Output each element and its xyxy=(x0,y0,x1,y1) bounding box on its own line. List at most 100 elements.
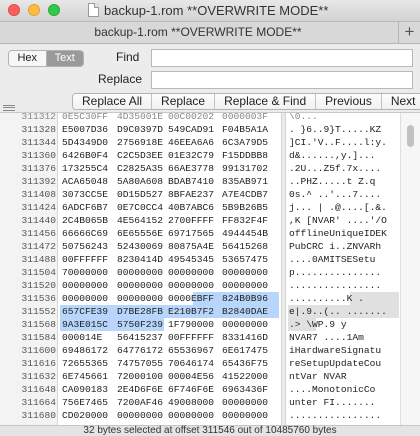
hex-group[interactable]: 8BFAE237 xyxy=(168,188,214,201)
hex-row[interactable]: 311408 3073CC5E 0D15D527 8BFAE237 A7E4CDB7 0s… xyxy=(0,188,420,201)
tab-document[interactable]: backup-1.rom **OVERWRITE MODE** xyxy=(0,25,396,39)
text-column[interactable]: unter FI....... xyxy=(289,396,399,409)
hex-row[interactable]: 311632 6E745661 72000100 00004E56 41522000 nt… xyxy=(0,370,420,383)
hex-group[interactable]: 70000000 xyxy=(62,266,108,279)
hex-group[interactable]: 74757055 xyxy=(117,357,163,370)
hex-group[interactable]: 00000000 xyxy=(62,279,108,292)
mode-hex-button[interactable]: Hex xyxy=(9,51,47,66)
hex-editor[interactable]: 311312 0E5C30FF 4D35001E 00C00202 0000003F \0… xyxy=(0,112,420,425)
hex-group[interactable]: 53657475 xyxy=(222,253,268,266)
text-column[interactable]: ....MonotonicCo xyxy=(289,383,399,396)
hex-group[interactable]: 657CFE39 xyxy=(62,305,108,318)
zoom-window-button[interactable] xyxy=(48,4,60,16)
text-column[interactable]: NVAR7 ....1Am xyxy=(289,331,399,344)
text-column[interactable]: .> \WP.9 y xyxy=(289,318,399,331)
panel-resize-handle[interactable] xyxy=(3,105,15,111)
hex-group[interactable]: 6E65556E xyxy=(117,227,163,240)
hex-row[interactable]: 311312 0E5C30FF 4D35001E 00C00202 0000003F \0… xyxy=(0,113,420,123)
hex-row[interactable]: 311488 00FFFFFF 8230414D 49545345 53657475..… xyxy=(0,253,420,266)
hex-group[interactable]: BDAB7410 xyxy=(168,175,214,188)
hex-group[interactable]: 2700FFFF xyxy=(168,214,214,227)
mode-text-button[interactable]: Text xyxy=(46,51,83,66)
hex-group[interactable]: 8331416D xyxy=(222,331,268,344)
hex-group[interactable]: 2E4D6F6E xyxy=(117,383,163,396)
hex-group[interactable]: 69486172 xyxy=(62,344,108,357)
text-column[interactable]: offlineUniqueIDEK xyxy=(289,227,399,240)
hex-group[interactable]: 0D15D527 xyxy=(117,188,163,201)
hex-group[interactable]: 70646174 xyxy=(168,357,214,370)
text-column[interactable]: e|.9..(.. ....... xyxy=(289,305,399,318)
hex-group[interactable]: 49008000 xyxy=(168,396,214,409)
hex-group[interactable]: 49545345 xyxy=(168,253,214,266)
hex-group[interactable]: CA090183 xyxy=(62,383,108,396)
text-column[interactable]: ntVar NVAR xyxy=(289,370,399,383)
text-column[interactable]: iHardwareSignatu xyxy=(289,344,399,357)
hex-group[interactable]: 00FFFFFF xyxy=(168,331,214,344)
hex-group[interactable]: A7E4CDB7 xyxy=(222,188,268,201)
hex-group[interactable]: CD020000 xyxy=(62,409,108,422)
hex-row[interactable]: 311472 50756243 52430069 80875A4E 56415268 Pu… xyxy=(0,240,420,253)
hex-group[interactable]: 00000000 xyxy=(168,279,214,292)
hex-row[interactable]: 311328 E5007D36 D9C0397D 549CAD91 F04B5A1A . … xyxy=(0,123,420,136)
hex-group[interactable]: 99131702 xyxy=(222,162,268,175)
hex-row[interactable]: 311616 72655365 74757055 70646174 65436F75 re… xyxy=(0,357,420,370)
hex-group[interactable]: 56415268 xyxy=(222,240,268,253)
hex-group[interactable]: 5750F239 xyxy=(117,318,163,331)
add-tab-button[interactable]: + xyxy=(398,22,420,43)
hex-group[interactable]: B2840DAE xyxy=(222,305,268,318)
hex-group[interactable]: 4D35001E xyxy=(117,113,163,123)
hex-group[interactable]: 2C4B065B xyxy=(62,214,108,227)
hex-group[interactable]: 65436F75 xyxy=(222,357,268,370)
text-column[interactable]: .2U...Z5f.7x.... xyxy=(289,162,399,175)
text-column[interactable]: p............... xyxy=(289,266,399,279)
hex-row[interactable]: 311584 000014E 56415237 00FFFFFF 8331416D NV… xyxy=(0,331,420,344)
hex-row[interactable]: 311600 69486172 64776172 65536967 6E617475 iH… xyxy=(0,344,420,357)
close-window-button[interactable] xyxy=(8,4,20,16)
hex-group[interactable]: 41522000 xyxy=(222,370,268,383)
hex-group[interactable]: E5007D36 xyxy=(62,123,108,136)
next-button[interactable]: Next xyxy=(381,94,420,109)
hex-group[interactable]: 64776172 xyxy=(117,344,163,357)
hex-group[interactable]: 6C3A79D5 xyxy=(222,136,268,149)
hex-group[interactable]: 01E32C79 xyxy=(168,149,214,162)
hex-group[interactable]: 00000000 xyxy=(168,266,214,279)
hex-group[interactable]: 173255C4 xyxy=(62,162,108,175)
hex-group[interactable]: 5A80A608 xyxy=(117,175,163,188)
hex-group[interactable]: 50756243 xyxy=(62,240,108,253)
hex-group[interactable]: 40B7ABC6 xyxy=(168,201,214,214)
text-column[interactable]: ................ xyxy=(289,279,399,292)
minimize-window-button[interactable] xyxy=(28,4,40,16)
hex-group[interactable]: 6ADCF6B7 xyxy=(62,201,108,214)
hex-group[interactable]: 756E7465 xyxy=(62,396,108,409)
find-input[interactable] xyxy=(151,49,413,67)
text-column[interactable]: j... | .@....[.&. xyxy=(289,201,399,214)
replace-all-button[interactable]: Replace All xyxy=(73,94,153,109)
hex-group[interactable]: 0E5C30FF xyxy=(62,113,108,123)
hex-group[interactable]: 00C00202 xyxy=(168,113,214,123)
hex-group[interactable]: C2C5D3EE xyxy=(117,149,163,162)
hex-group[interactable]: D9C0397D xyxy=(117,123,163,136)
text-column[interactable]: ,K [NVAR' ....'/O xyxy=(289,214,399,227)
hex-group[interactable]: 7200AF46 xyxy=(117,396,163,409)
hex-group[interactable]: 56415237 xyxy=(117,331,163,344)
hex-row[interactable]: 311424 6ADCF6B7 0E7C0CC4 40B7ABC6 5B9B26B5 j.… xyxy=(0,201,420,214)
hex-row[interactable]: 311536 00000000 00000000 0000EBFF 824B0B96..… xyxy=(0,292,420,305)
hex-row[interactable]: 311680 CD020000 00000000 00000000 00000000..… xyxy=(0,409,420,422)
hex-group[interactable]: 80875A4E xyxy=(168,240,214,253)
hex-row[interactable]: 311648 CA090183 2E4D6F6E 6F746F6E 6963436F..… xyxy=(0,383,420,396)
hex-group[interactable]: 000014E xyxy=(62,331,102,344)
hex-row[interactable]: 311520 00000000 00000000 00000000 00000000..… xyxy=(0,279,420,292)
hex-group[interactable]: 6E617475 xyxy=(222,344,268,357)
hex-group[interactable]: 824B0B96 xyxy=(222,292,268,305)
hex-group[interactable]: 3073CC5E xyxy=(62,188,108,201)
hex-group[interactable]: ACA65048 xyxy=(62,175,108,188)
text-column[interactable]: d&......,y.]... xyxy=(289,149,399,162)
hex-row[interactable]: 311376 173255C4 C2825A35 66AE3778 99131702 .2… xyxy=(0,162,420,175)
hex-group[interactable]: 0000003F xyxy=(222,113,268,123)
hex-group[interactable]: FF832F4F xyxy=(222,214,268,227)
hex-group[interactable]: 4E564152 xyxy=(117,214,163,227)
hex-group[interactable]: 8230414D xyxy=(117,253,163,266)
hex-group[interactable]: 1F790000 xyxy=(168,318,214,331)
replace-and-find-button[interactable]: Replace & Find xyxy=(215,94,317,109)
hex-group[interactable]: F04B5A1A xyxy=(222,123,268,136)
